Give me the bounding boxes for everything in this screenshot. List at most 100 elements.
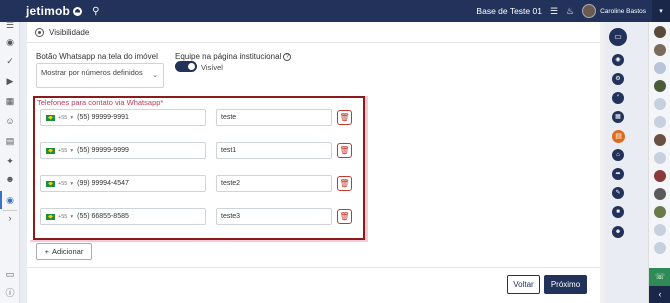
- avatar[interactable]: [654, 44, 666, 56]
- toggle-label: Visível: [201, 63, 223, 72]
- user-icon[interactable]: ☻: [4, 173, 16, 185]
- select-value: Mostrar por números definidos: [41, 68, 143, 77]
- home-icon: [73, 6, 83, 16]
- trash-icon[interactable]: 🗑: [337, 143, 352, 158]
- brazil-flag-icon[interactable]: [46, 180, 55, 187]
- phone-number: (55) 66855-8585: [77, 213, 129, 220]
- base-name[interactable]: Base de Teste 01: [476, 6, 542, 16]
- phone-number: (99) 99994-4547: [77, 180, 129, 187]
- home-icon[interactable]: ⌂: [612, 149, 624, 161]
- user-icon[interactable]: ☻: [612, 226, 624, 238]
- top-bar: jetimob ⚲ Base de Teste 01 ☰ ♨ Caroline …: [0, 0, 670, 22]
- plus-icon: +: [44, 247, 50, 256]
- phones-label: Telefones para contato via Whatsapp*: [37, 98, 163, 107]
- back-button[interactable]: Voltar: [507, 275, 540, 294]
- whatsapp-phones-box: Telefones para contato via Whatsapp* +55…: [33, 96, 365, 240]
- building-icon[interactable]: ▦: [4, 95, 16, 107]
- avatar[interactable]: [654, 188, 666, 200]
- page-icon[interactable]: ▤: [612, 130, 625, 143]
- trash-icon[interactable]: 🗑: [337, 209, 352, 224]
- required-mark: *: [160, 98, 164, 107]
- grid-icon[interactable]: ▦: [612, 111, 624, 123]
- avatar[interactable]: [654, 206, 666, 218]
- people-icon[interactable]: ☺: [4, 115, 16, 127]
- phone-icon[interactable]: ☏: [649, 268, 670, 286]
- contact-name-input[interactable]: teste3: [216, 208, 332, 225]
- country-code[interactable]: +55: [58, 181, 67, 187]
- chevron-down-icon[interactable]: ▾: [652, 0, 670, 22]
- team-label-text: Equipe na página institucional: [175, 52, 282, 61]
- phone-input[interactable]: +55 ▾ (55) 66855-8585: [40, 208, 206, 225]
- country-code[interactable]: +55: [58, 214, 67, 220]
- check-icon[interactable]: ✓: [4, 55, 16, 67]
- avatar[interactable]: [654, 134, 666, 146]
- phone-input[interactable]: +55 ▾ (55) 99999-9999: [40, 142, 206, 159]
- trash-icon[interactable]: 🗑: [337, 176, 352, 191]
- country-code[interactable]: +55: [58, 115, 67, 121]
- avatar[interactable]: [582, 4, 597, 18]
- whatsapp-button-label: Botão Whatsapp na tela do imóvel: [36, 52, 158, 61]
- contact-name-input[interactable]: teste2: [216, 175, 332, 192]
- phone-input[interactable]: +55 ▾ (99) 99994-4547: [40, 175, 206, 192]
- megaphone-icon[interactable]: ▶: [4, 75, 16, 87]
- list-icon[interactable]: ☰: [550, 6, 558, 17]
- info-icon[interactable]: ⓘ: [4, 287, 16, 299]
- edit-icon[interactable]: ✎: [612, 187, 624, 199]
- avatar[interactable]: [654, 80, 666, 92]
- add-phone-button[interactable]: + Adicionar: [36, 243, 92, 260]
- next-button[interactable]: Próximo: [544, 275, 587, 294]
- main-panel: Visibilidade Botão Whatsapp na tela do i…: [27, 22, 600, 303]
- whatsapp-button-select[interactable]: Mostrar por números definidos ⌄: [36, 63, 164, 88]
- brazil-flag-icon[interactable]: [46, 114, 55, 121]
- globe-icon[interactable]: ◉: [4, 194, 16, 206]
- avatar[interactable]: [654, 170, 666, 182]
- avatar[interactable]: [654, 152, 666, 164]
- puzzle-icon[interactable]: ✦: [4, 155, 16, 167]
- contact-name-input[interactable]: teste: [216, 109, 332, 126]
- chevron-down-icon: ▾: [70, 180, 74, 187]
- globe-icon[interactable]: ◉: [612, 54, 624, 66]
- lock-icon[interactable]: ■: [612, 206, 624, 218]
- chevron-down-icon: ▾: [70, 147, 74, 154]
- team-label: Equipe na página institucional?: [175, 52, 292, 61]
- logo-text: jetimob: [26, 4, 71, 18]
- highlight-shadow: [365, 96, 368, 242]
- highlight-shadow: [30, 240, 368, 242]
- monitor-icon[interactable]: ▭: [609, 28, 627, 46]
- share-icon[interactable]: ➦: [612, 168, 624, 180]
- brazil-flag-icon[interactable]: [46, 147, 55, 154]
- divider: [3, 210, 17, 211]
- country-code[interactable]: +55: [58, 148, 67, 154]
- avatar[interactable]: [654, 26, 666, 38]
- chevron-down-icon: ▾: [70, 213, 74, 220]
- chevron-right-icon[interactable]: ›: [4, 212, 16, 224]
- menu-icon[interactable]: ☰: [4, 19, 16, 31]
- section-header: Visibilidade: [27, 22, 600, 43]
- eye-icon: [35, 27, 44, 37]
- document-icon[interactable]: ▤: [4, 135, 16, 147]
- contact-name-input[interactable]: test1: [216, 142, 332, 159]
- chevron-left-icon[interactable]: ‹: [649, 286, 670, 303]
- quote-icon[interactable]: “: [612, 92, 624, 104]
- gear-icon[interactable]: ⚙: [612, 73, 624, 85]
- brazil-flag-icon[interactable]: [46, 213, 55, 220]
- avatar[interactable]: [654, 242, 666, 254]
- help-icon[interactable]: ?: [283, 53, 292, 61]
- laptop-icon[interactable]: ▭: [4, 268, 16, 280]
- bell-icon[interactable]: ♨: [566, 6, 574, 17]
- people-sidebar: ☏ ‹: [648, 22, 670, 303]
- trash-icon[interactable]: 🗑: [337, 110, 352, 125]
- phone-input[interactable]: +55 ▾ (55) 99999-9991: [40, 109, 206, 126]
- app-logo[interactable]: jetimob: [26, 4, 83, 18]
- avatar[interactable]: [654, 98, 666, 110]
- section-title: Visibilidade: [49, 27, 90, 37]
- search-icon[interactable]: ⚲: [92, 6, 99, 17]
- team-visibility-toggle[interactable]: [175, 61, 197, 72]
- left-sidebar: ☰ ◉ ✓ ▶ ▦ ☺ ▤ ✦ ☻ ◉ › ▭ ⓘ: [0, 19, 20, 303]
- phone-number: (55) 99999-9999: [77, 147, 129, 154]
- globe-icon[interactable]: ◉: [4, 36, 16, 48]
- user-name[interactable]: Caroline Bastos: [600, 8, 646, 15]
- avatar[interactable]: [654, 116, 666, 128]
- avatar[interactable]: [654, 62, 666, 74]
- avatar[interactable]: [654, 224, 666, 236]
